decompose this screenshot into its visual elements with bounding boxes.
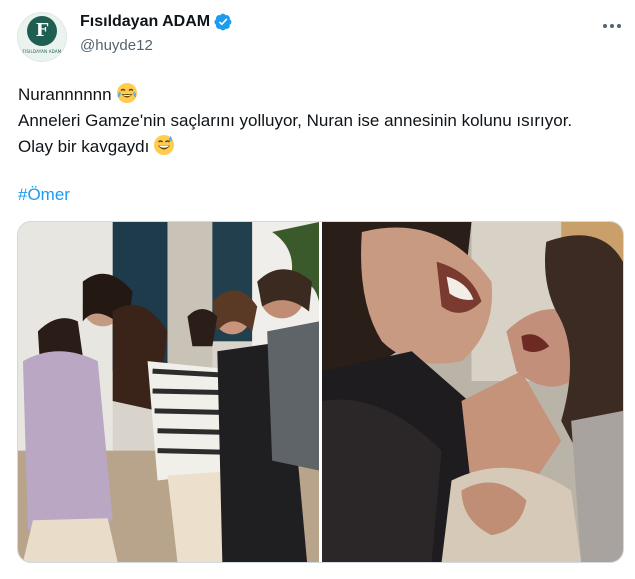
author-handle[interactable]: @huyde12 (80, 37, 153, 54)
author-name-row: Fısıldayan ADAM (80, 13, 232, 31)
display-name[interactable]: Fısıldayan ADAM (80, 13, 210, 31)
grinning-face-with-sweat-icon (154, 135, 175, 155)
hashtag-link[interactable]: #Ömer (18, 184, 70, 206)
tweet-line: Anneleri Gamze'nin saçlarını yolluyor, N… (18, 108, 628, 134)
tweet-line-text: Olay bir kavgaydı (18, 137, 150, 156)
tweet-line: Olay bir kavgaydı (18, 134, 628, 160)
more-options-icon[interactable] (600, 14, 624, 38)
photo-fight-scene-closeup-image (321, 222, 623, 562)
photo-fight-scene-wide-image (18, 222, 319, 562)
photo-fight-scene-wide[interactable] (18, 222, 319, 562)
media-grid (17, 221, 624, 563)
tweet-card: F FISILDAYAN ADAM Fısıldayan ADAM @huyde… (0, 0, 635, 579)
avatar[interactable]: F FISILDAYAN ADAM (17, 12, 67, 62)
verified-badge-icon (214, 13, 232, 31)
face-with-tears-of-joy-icon (116, 83, 137, 103)
tweet-line: Nurannnnnn (18, 82, 628, 108)
logo-caption: FISILDAYAN ADAM (22, 49, 62, 54)
photo-fight-scene-closeup[interactable] (321, 222, 623, 562)
brand-logo: F (27, 16, 57, 46)
tweet-line-text: Nurannnnnn (18, 85, 112, 104)
tweet-line-text: Anneleri Gamze'nin saçlarını yolluyor, N… (18, 111, 573, 130)
logo-letter: F (35, 20, 49, 41)
tweet-text: Nurannnnnn Anneleri Gamze'nin saçlarını … (18, 82, 628, 160)
